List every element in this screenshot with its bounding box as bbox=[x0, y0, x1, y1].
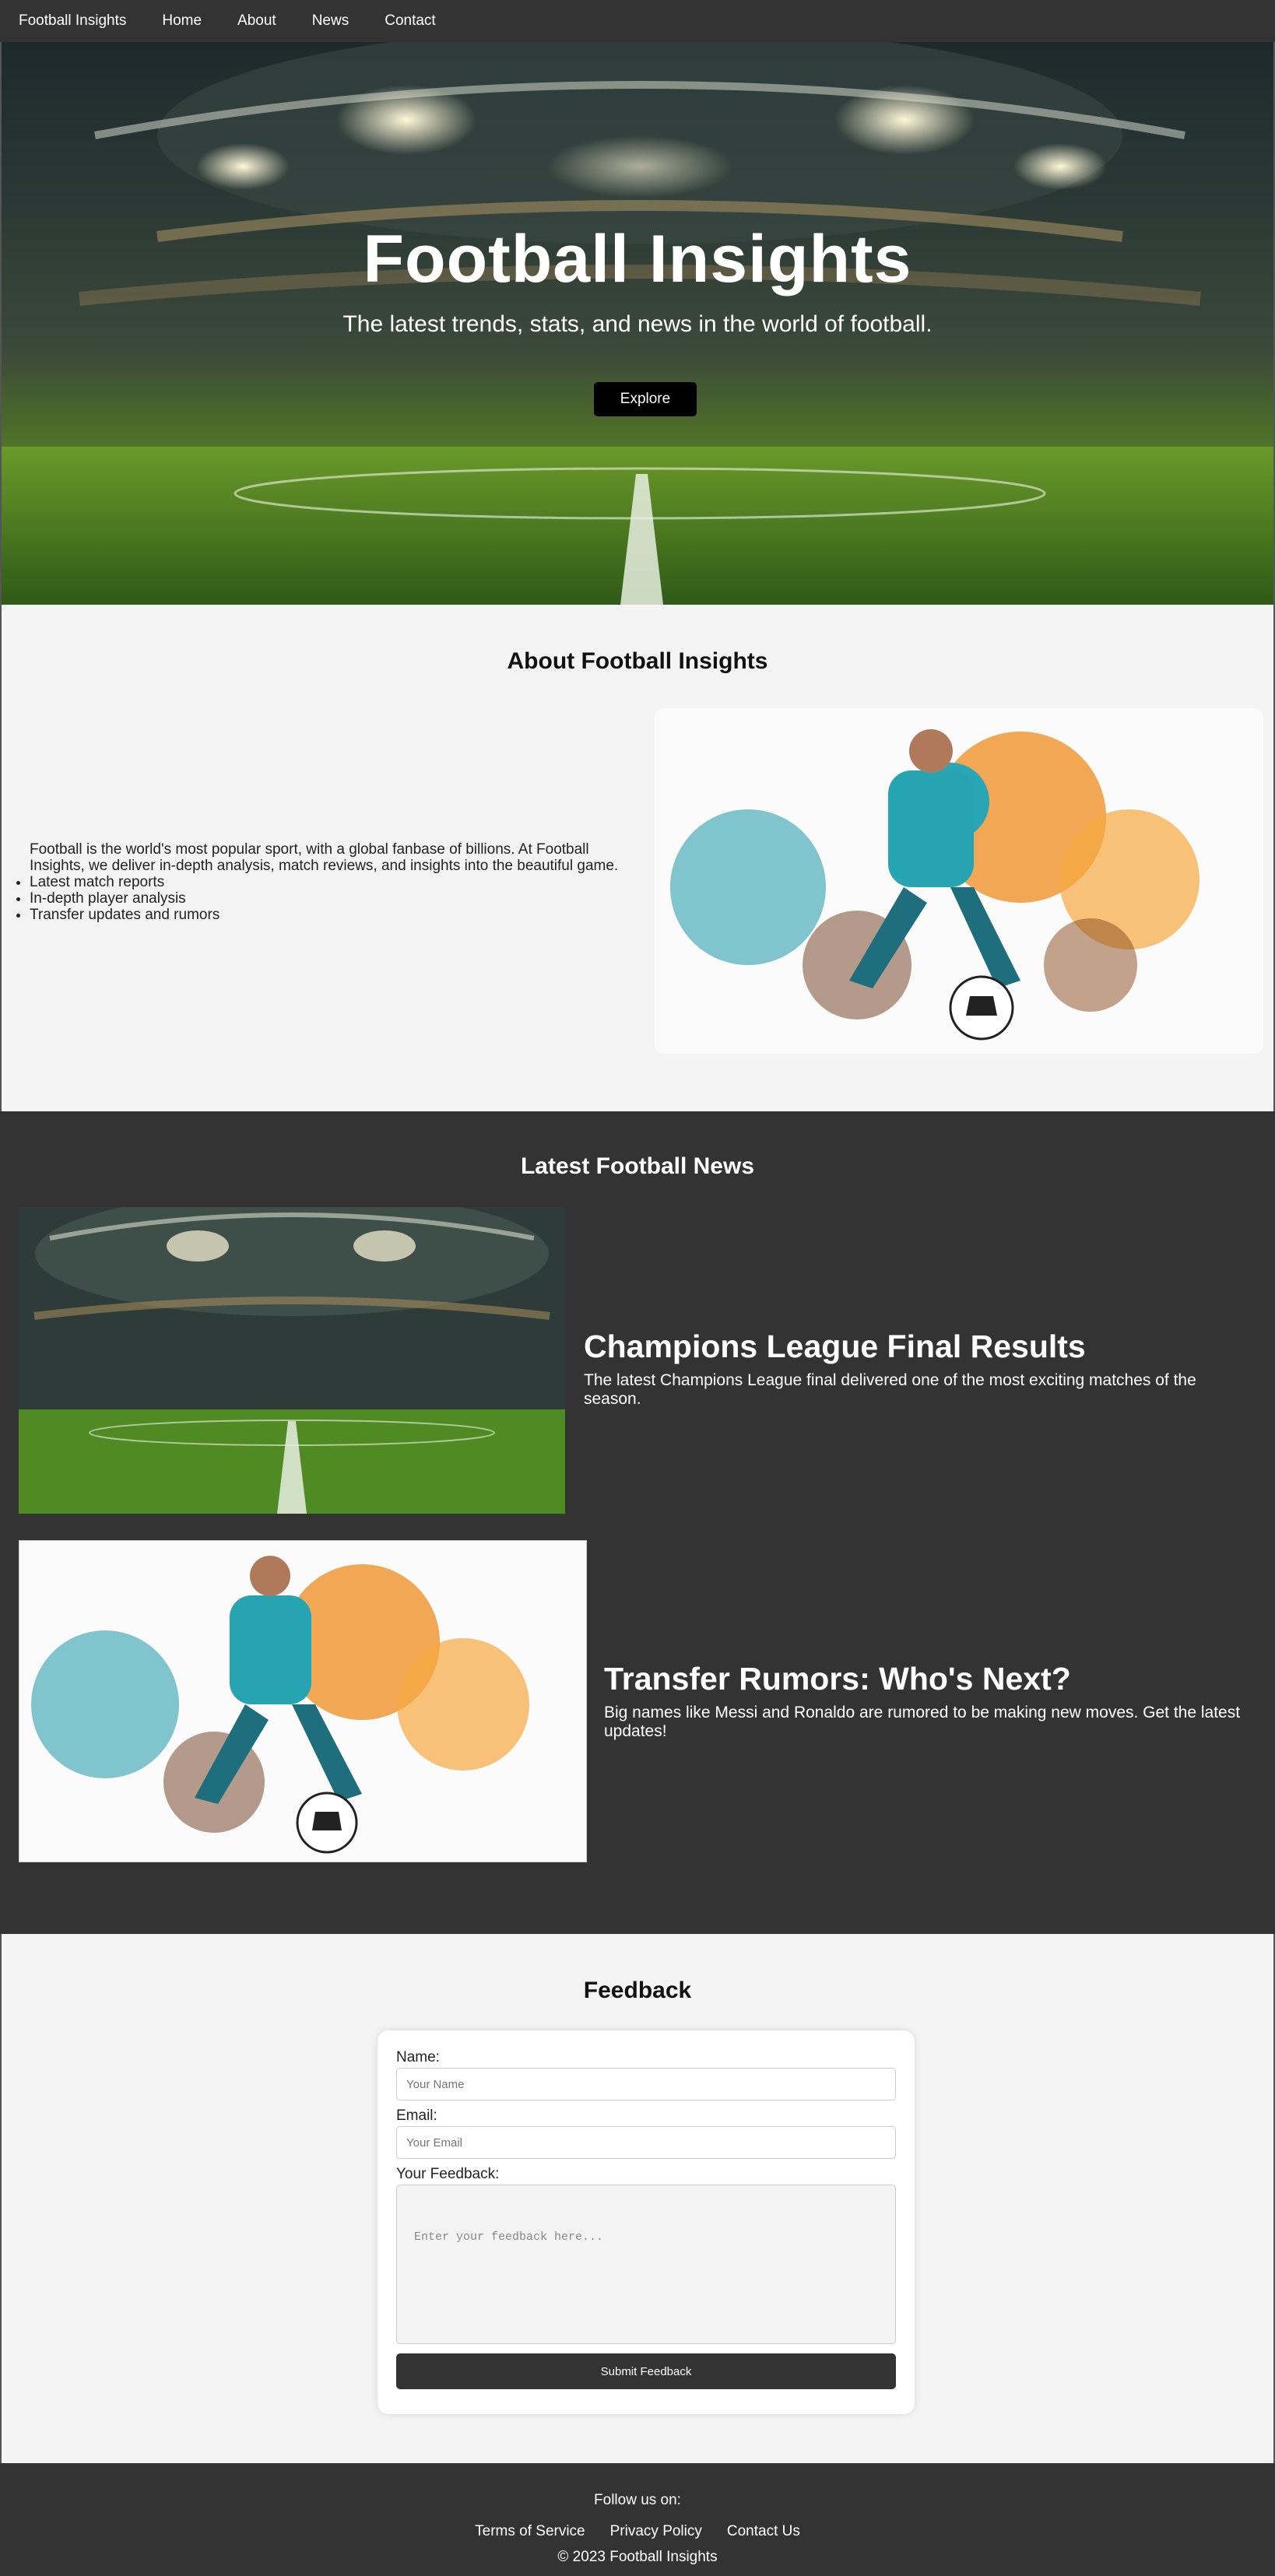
stadium-news-image bbox=[19, 1207, 565, 1514]
explore-button[interactable]: Explore bbox=[594, 382, 697, 416]
news-text-1: The latest Champions League final delive… bbox=[584, 1371, 1196, 1408]
feedback-textarea[interactable]: Enter your feedback here... bbox=[396, 2185, 896, 2344]
football-player-image bbox=[655, 708, 1263, 1054]
hero-title: Football Insights bbox=[363, 222, 912, 297]
about-title: About Football Insights bbox=[507, 648, 768, 674]
name-label: Name: bbox=[396, 2049, 440, 2065]
feedback-title: Feedback bbox=[583, 1978, 692, 2003]
nav-item-home[interactable]: Home bbox=[162, 12, 202, 30]
about-paragraph: Football is the world's most popular spo… bbox=[30, 841, 619, 874]
nav-brand[interactable]: Football Insights bbox=[19, 12, 126, 30]
hero-subtitle: The latest trends, stats, and news in th… bbox=[342, 311, 933, 337]
submit-feedback-button[interactable]: Submit Feedback bbox=[396, 2353, 896, 2389]
hero-section: Football Insights The latest trends, sta… bbox=[0, 42, 1275, 605]
nav-item-contact[interactable]: Contact bbox=[385, 12, 435, 30]
about-text: Football is the world's most popular spo… bbox=[12, 841, 635, 923]
news-text-2: Big names like Messi and Ronaldo are rum… bbox=[604, 1704, 1241, 1740]
name-input[interactable] bbox=[396, 2068, 896, 2100]
feedback-label: Your Feedback: bbox=[396, 2166, 500, 2182]
list-item: Latest match reports bbox=[30, 874, 635, 890]
email-label: Email: bbox=[396, 2107, 437, 2124]
privacy-link[interactable]: Privacy Policy bbox=[610, 2523, 702, 2540]
news-title: Latest Football News bbox=[520, 1153, 755, 1179]
terms-link[interactable]: Terms of Service bbox=[475, 2523, 585, 2540]
top-nav: Football Insights Home About News Contac… bbox=[0, 0, 1275, 42]
news-headline-2[interactable]: Transfer Rumors: Who's Next? bbox=[604, 1661, 1071, 1697]
follow-us-label: Follow us on: bbox=[594, 2492, 681, 2508]
about-section: About Football Insights Football is the … bbox=[0, 605, 1275, 1111]
list-item: In-depth player analysis bbox=[30, 890, 635, 907]
footer: Follow us on: Terms of Service Privacy P… bbox=[0, 2463, 1275, 2576]
feedback-form: Name: Email: Your Feedback: Enter your f… bbox=[378, 2030, 915, 2414]
contact-link[interactable]: Contact Us bbox=[727, 2523, 800, 2540]
email-input[interactable] bbox=[396, 2126, 896, 2159]
nav-item-news[interactable]: News bbox=[312, 12, 349, 30]
news-section: Latest Football News Champions League Fi… bbox=[0, 1111, 1275, 1934]
nav-item-about[interactable]: About bbox=[237, 12, 276, 30]
about-list: Latest match reports In-depth player ana… bbox=[12, 874, 635, 923]
news-headline-1[interactable]: Champions League Final Results bbox=[584, 1328, 1086, 1365]
player-news-image bbox=[19, 1540, 587, 1862]
footer-links: Terms of Service Privacy Policy Contact … bbox=[0, 2523, 1275, 2540]
copyright: © 2023 Football Insights bbox=[557, 2549, 718, 2565]
list-item: Transfer updates and rumors bbox=[30, 907, 635, 923]
feedback-section: Feedback Name: Email: Your Feedback: Ent… bbox=[0, 1934, 1275, 2463]
